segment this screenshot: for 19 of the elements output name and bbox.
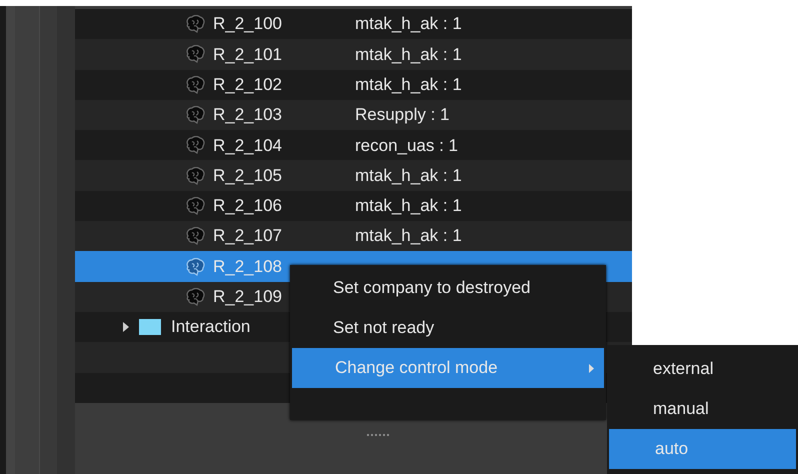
unit-value: mtak_h_ak : 1 xyxy=(355,13,462,36)
unit-name: R_2_101 xyxy=(213,44,282,66)
unit-value: Resupply : 1 xyxy=(355,104,450,126)
unit-name: R_2_107 xyxy=(213,225,282,248)
unit-name: R_2_104 xyxy=(213,134,282,157)
group-name: Interaction xyxy=(171,316,250,338)
unit-value: mtak_h_ak : 1 xyxy=(355,44,462,66)
unit-value: recon_uas : 1 xyxy=(355,134,458,157)
unit-name: R_2_103 xyxy=(213,104,282,126)
unit-name: R_2_105 xyxy=(213,164,282,187)
unit-value: mtak_h_ak : 1 xyxy=(355,74,462,96)
unit-name: R_2_109 xyxy=(213,286,282,308)
unit-name: R_2_102 xyxy=(213,74,282,96)
unit-value: mtak_h_ak : 1 xyxy=(355,164,462,187)
unit-value: mtak_h_ak : 1 xyxy=(355,225,462,248)
unit-name: R_2_108 xyxy=(213,256,282,278)
unit-value: mtak_h_ak : 1 xyxy=(355,195,462,218)
unit-name: R_2_106 xyxy=(213,195,282,218)
unit-name: R_2_100 xyxy=(213,13,282,36)
